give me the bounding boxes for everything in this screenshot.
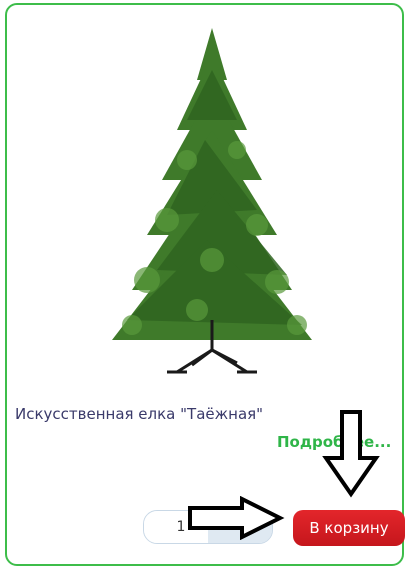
quantity-stepper-controls[interactable] — [208, 511, 272, 543]
add-to-cart-button[interactable]: В корзину — [293, 510, 405, 546]
christmas-tree-image[interactable] — [87, 20, 337, 380]
product-title[interactable]: Искусственная елка "Таёжная" — [15, 405, 263, 423]
quantity-input[interactable] — [144, 511, 208, 543]
details-link[interactable]: Подробнее... — [277, 433, 391, 451]
product-card: Искусственная елка "Таёжная" Подробнее..… — [5, 3, 405, 566]
quantity-stepper[interactable] — [143, 510, 273, 544]
